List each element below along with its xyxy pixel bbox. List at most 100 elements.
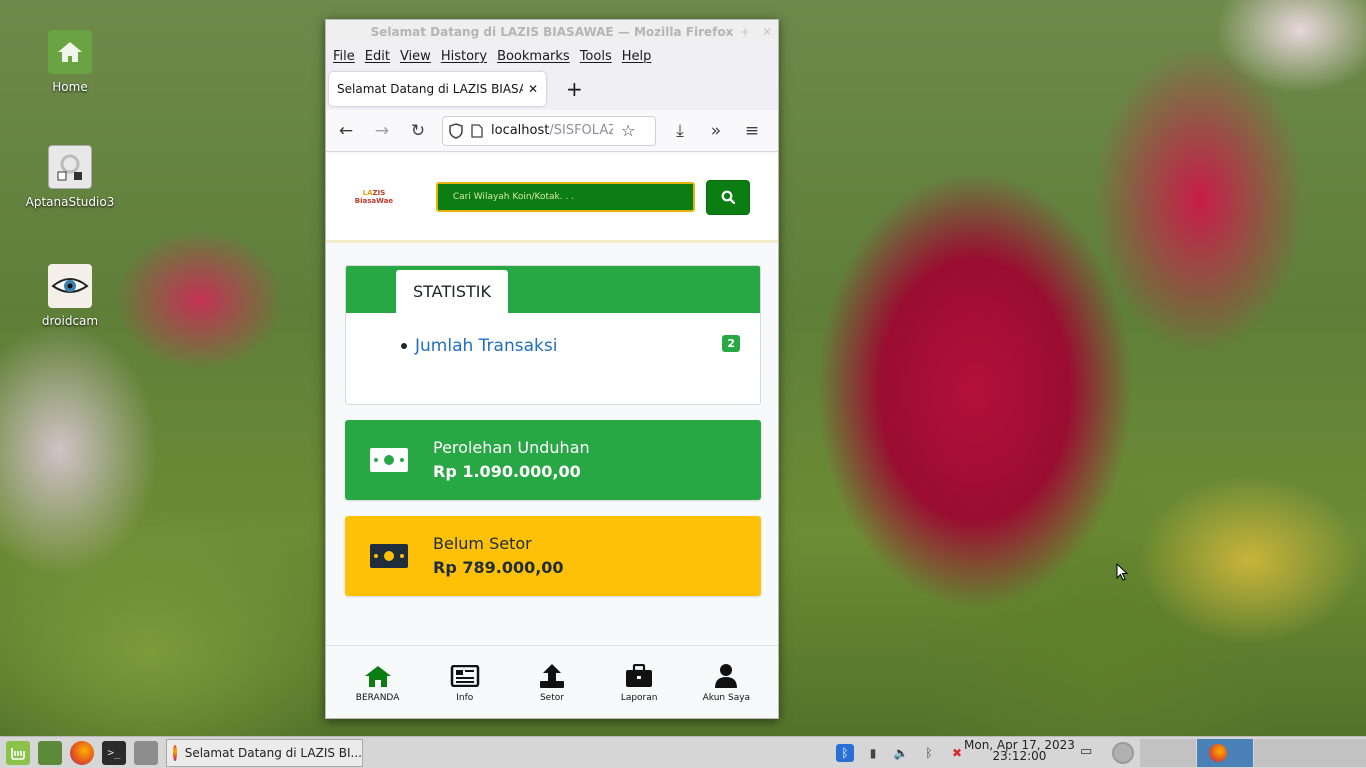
lazis-logo[interactable]: LAZIS BiasaWae <box>354 189 394 205</box>
logo-text-la: LA <box>362 189 373 197</box>
file-manager-icon[interactable] <box>134 740 158 765</box>
search-input[interactable]: Cari Wilayah Koin/Kotak. . . <box>435 182 696 212</box>
statistics-card-header: STATISTIK <box>346 266 760 313</box>
clock-time: 23:12:00 <box>992 749 1047 763</box>
network-signal-icon[interactable]: ▮ <box>864 744 882 762</box>
workspace-4[interactable] <box>1310 739 1366 767</box>
clock[interactable]: Mon, Apr 17, 2023 23:12:00 <box>964 739 1075 763</box>
system-tray: ᛒ ▮ 🔈 ᛒ ✖ <box>836 737 966 768</box>
workspace-1[interactable] <box>1140 739 1196 767</box>
menu-file[interactable]: File <box>333 49 355 64</box>
nav-label: BERANDA <box>355 693 400 703</box>
battery-icon[interactable]: ▭ <box>1080 744 1098 762</box>
menu-help[interactable]: Help <box>622 49 652 64</box>
bookmark-star-icon[interactable]: ☆ <box>621 121 635 140</box>
nav-beranda[interactable]: BERANDA <box>342 662 414 703</box>
desktop-icon-aptana[interactable]: AptanaStudio3 <box>20 145 120 209</box>
nav-setor[interactable]: Setor <box>516 662 588 703</box>
desktop-icon-label: Home <box>52 80 88 94</box>
tab-statistik[interactable]: STATISTIK <box>396 270 508 313</box>
task-label: Selamat Datang di LAZIS BI... <box>184 745 362 760</box>
nav-info[interactable]: Info <box>429 662 501 703</box>
firefox-icon <box>173 744 177 761</box>
perolehan-label: Perolehan Unduhan <box>433 438 590 457</box>
maximize-icon[interactable]: + <box>740 20 750 44</box>
nav-laporan[interactable]: Laporan <box>603 662 675 703</box>
belum-setor-label: Belum Setor <box>433 534 532 553</box>
bullet-icon <box>401 343 407 349</box>
overflow-icon[interactable]: » <box>704 121 728 141</box>
stat-list-item: Jumlah Transaksi <box>401 336 557 356</box>
logo-text-biasawae: BiasaWae <box>354 197 394 205</box>
taskbar-firefox-task[interactable]: Selamat Datang di LAZIS BI... <box>166 738 363 767</box>
upload-icon <box>539 664 564 688</box>
newspaper-icon <box>450 665 480 687</box>
bluetooth-icon[interactable]: ᛒ <box>836 744 854 762</box>
mouse-cursor-icon <box>1116 563 1128 581</box>
desktop-icon-label: AptanaStudio3 <box>25 195 115 209</box>
forward-icon[interactable]: → <box>370 121 394 141</box>
transaction-count-badge: 2 <box>722 335 740 352</box>
menu-view[interactable]: View <box>400 49 431 64</box>
show-desktop-icon[interactable] <box>38 740 62 765</box>
workspace-2[interactable] <box>1197 739 1253 767</box>
app-menu-icon[interactable]: ≡ <box>740 121 764 141</box>
tab-title: Selamat Datang di LAZIS BIASAWAE <box>337 82 523 96</box>
window-title: Selamat Datang di LAZIS BIASAWAE — Mozil… <box>370 25 734 39</box>
menu-tools[interactable]: Tools <box>580 49 612 64</box>
briefcase-icon <box>626 664 653 687</box>
downloads-icon[interactable]: ⤓ <box>668 121 692 141</box>
statistics-card: STATISTIK Jumlah Transaksi 2 <box>345 265 761 405</box>
firefox-launcher-icon[interactable] <box>70 740 94 765</box>
firefox-icon <box>1209 744 1227 762</box>
droidcam-icon <box>48 264 92 308</box>
browser-tab[interactable]: Selamat Datang di LAZIS BIASAWAE ✕ <box>329 72 546 106</box>
nav-label: Akun Saya <box>702 693 751 703</box>
nav-label: Setor <box>539 693 564 703</box>
volume-icon[interactable]: 🔈 <box>892 744 910 762</box>
money-bill-icon <box>370 448 408 472</box>
tab-bar: Selamat Datang di LAZIS BIASAWAE ✕ + <box>326 68 778 110</box>
app-header: LAZIS BiasaWae Cari Wilayah Koin/Kotak. … <box>326 154 778 243</box>
search-button[interactable] <box>706 179 750 215</box>
aptana-icon <box>48 145 92 189</box>
new-tab-icon[interactable]: + <box>566 77 583 101</box>
terminal-icon[interactable]: >_ <box>102 740 126 765</box>
page-icon <box>471 123 483 138</box>
bottom-navigation: BERANDA Info Setor Laporan Akun Saya <box>326 645 778 718</box>
desktop-icon-label: droidcam <box>41 314 99 328</box>
reload-icon[interactable]: ↻ <box>406 121 430 141</box>
back-icon[interactable]: ← <box>334 121 358 141</box>
bluetooth-status-icon[interactable]: ᛒ <box>920 744 938 762</box>
jumlah-transaksi-link[interactable]: Jumlah Transaksi <box>415 336 557 356</box>
taskbar: >_ Selamat Datang di LAZIS BI... ᛒ ▮ 🔈 ᛒ… <box>0 736 1366 768</box>
logo-text-zis: ZIS <box>372 189 386 197</box>
search-icon <box>721 190 736 204</box>
desktop-icon-droidcam[interactable]: droidcam <box>20 264 120 328</box>
menu-bookmarks[interactable]: Bookmarks <box>497 49 570 64</box>
tab-close-icon[interactable]: ✕ <box>528 82 538 96</box>
money-bill-icon <box>370 544 408 568</box>
url-bar[interactable]: localhost/SISFOLAZIS ☆ <box>442 115 656 146</box>
nav-label: Info <box>456 693 474 703</box>
workspace-3[interactable] <box>1254 739 1310 767</box>
close-icon[interactable]: ✕ <box>762 20 772 44</box>
mint-menu-icon[interactable] <box>6 740 30 765</box>
menu-history[interactable]: History <box>441 49 487 64</box>
nav-akun-saya[interactable]: Akun Saya <box>690 662 762 703</box>
perolehan-info-box: Perolehan Unduhan Rp 1.090.000,00 <box>345 420 761 500</box>
window-titlebar[interactable]: Selamat Datang di LAZIS BIASAWAE — Mozil… <box>326 20 778 44</box>
desktop-icon-home[interactable]: Home <box>20 30 120 94</box>
minimize-icon[interactable]: – <box>722 20 728 44</box>
web-page: LAZIS BiasaWae Cari Wilayah Koin/Kotak. … <box>326 154 778 718</box>
url-host: localhost <box>491 123 550 138</box>
nav-toolbar: ← → ↻ localhost/SISFOLAZIS ☆ ⤓ » ≡ <box>326 110 778 152</box>
home-icon <box>364 666 391 687</box>
menu-bar: File Edit View History Bookmarks Tools H… <box>326 44 778 68</box>
user-icon <box>715 664 738 688</box>
shield-icon[interactable] <box>449 122 463 139</box>
user-applet-icon[interactable] <box>1112 742 1134 764</box>
belum-setor-info-box: Belum Setor Rp 789.000,00 <box>345 516 761 596</box>
menu-edit[interactable]: Edit <box>365 49 390 64</box>
perolehan-value: Rp 1.090.000,00 <box>433 462 581 481</box>
